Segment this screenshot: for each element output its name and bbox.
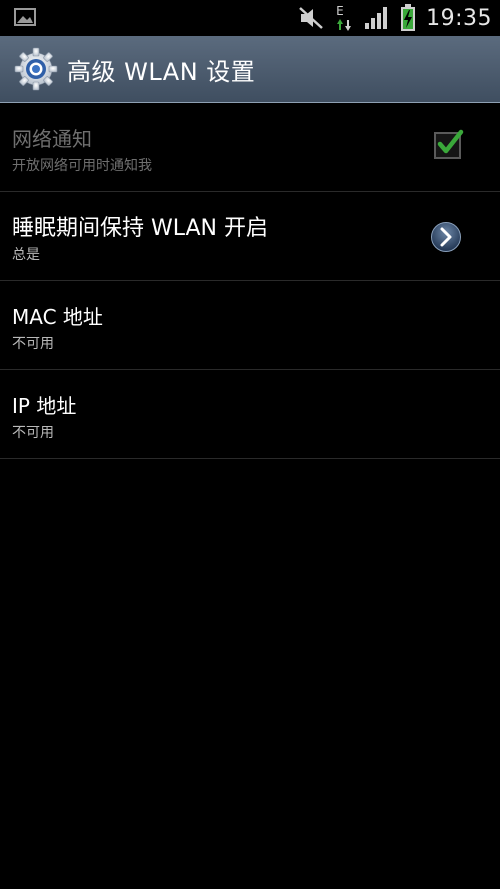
mute-icon — [299, 7, 323, 29]
setting-keep-wlan-during-sleep[interactable]: 睡眠期间保持 WLAN 开启 总是 — [0, 192, 500, 281]
chevron-right-icon[interactable] — [430, 221, 462, 253]
setting-title: 睡眠期间保持 WLAN 开启 — [12, 216, 269, 241]
setting-subtitle: 开放网络可用时通知我 — [12, 158, 152, 174]
settings-gear-icon[interactable] — [13, 46, 59, 92]
setting-title: MAC 地址 — [12, 305, 103, 329]
setting-title: 网络通知 — [12, 127, 92, 151]
network-type-label: E — [336, 4, 344, 18]
setting-subtitle: 总是 — [12, 247, 40, 263]
setting-subtitle: 不可用 — [12, 336, 54, 352]
network-type-indicator: E — [334, 4, 354, 32]
page-title: 高级 WLAN 设置 — [67, 57, 256, 86]
battery-charging-icon — [401, 4, 416, 31]
status-bar: E 19:35 — [0, 0, 500, 36]
gallery-icon — [14, 8, 36, 26]
setting-title: IP 地址 — [12, 394, 77, 418]
signal-icon — [365, 7, 388, 29]
setting-network-notification[interactable]: 网络通知 开放网络可用时通知我 — [0, 103, 500, 192]
setting-mac-address: MAC 地址 不可用 — [0, 281, 500, 370]
clock: 19:35 — [426, 5, 492, 31]
status-icons: E 19:35 — [298, 0, 500, 36]
action-bar: 高级 WLAN 设置 — [0, 36, 500, 103]
data-arrows-icon — [337, 19, 352, 31]
setting-subtitle: 不可用 — [12, 425, 54, 441]
setting-ip-address: IP 地址 不可用 — [0, 370, 500, 459]
settings-list: 网络通知 开放网络可用时通知我 睡眠期间保持 WLAN 开启 总是 MAC 地址… — [0, 103, 500, 459]
network-notification-checkbox[interactable] — [434, 129, 464, 159]
